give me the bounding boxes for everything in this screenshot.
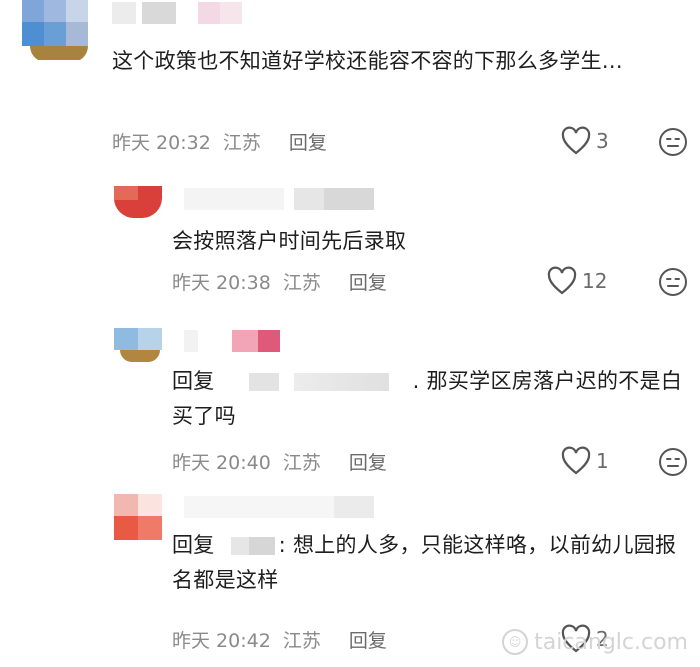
watermark-text: taicanglc.com	[534, 629, 688, 655]
like-count: 1	[596, 449, 609, 473]
mention-blurred[interactable]	[218, 373, 409, 391]
mention-blurred[interactable]	[218, 537, 275, 555]
comment-meta: 昨天 20:40 江苏 回复	[172, 448, 393, 475]
comment-location: 江苏	[282, 630, 321, 652]
comment-time: 昨天 20:32	[112, 132, 211, 154]
watermark: ☺ taicanglc.com	[502, 629, 688, 655]
avatar[interactable]	[114, 328, 162, 362]
watermark-logo-icon: ☺	[502, 629, 529, 655]
comment-meta: 昨天 20:42 江苏 回复	[172, 626, 393, 653]
comment-time: 昨天 20:38	[172, 272, 271, 294]
reply-button[interactable]: 回复	[349, 272, 387, 294]
comment-text: 回复. 那买学区房落户迟的不是白买了吗	[172, 364, 692, 434]
comment-meta: 昨天 20:38 江苏 回复	[172, 268, 393, 295]
comment-item: 这个政策也不知道好学校还能容不容的下那么多学生... 昨天 20:32 江苏 回…	[0, 0, 700, 160]
reply-button[interactable]: 回复	[349, 630, 387, 652]
emoji-face-icon[interactable]	[658, 447, 688, 477]
reply-button[interactable]: 回复	[349, 452, 387, 474]
like-button[interactable]: 12	[546, 266, 607, 296]
comment-location: 江苏	[282, 272, 321, 294]
reply-prefix: 回复	[172, 369, 215, 393]
heart-outline-icon	[561, 446, 591, 475]
username-blurred[interactable]	[184, 330, 280, 352]
avatar[interactable]	[114, 494, 162, 540]
emoji-face-icon[interactable]	[658, 127, 688, 157]
like-button[interactable]: 3	[560, 126, 609, 156]
username-blurred[interactable]	[184, 496, 374, 518]
heart-outline-icon	[561, 126, 591, 155]
emoji-face-icon[interactable]	[658, 267, 688, 297]
avatar[interactable]	[22, 0, 88, 60]
comment-meta: 昨天 20:32 江苏 回复	[112, 128, 333, 155]
comment-text: 回复: 想上的人多，只能这样咯，以前幼儿园报名都是这样	[172, 528, 692, 598]
reply-prefix: 回复	[172, 533, 215, 557]
username-blurred[interactable]	[184, 188, 374, 210]
comment-location: 江苏	[222, 132, 261, 154]
comment-text: 会按照落户时间先后录取	[172, 229, 407, 253]
comment-location: 江苏	[282, 452, 321, 474]
heart-outline-icon	[547, 266, 577, 295]
comment-time: 昨天 20:42	[172, 630, 271, 652]
reply-item: 会按照落户时间先后录取 昨天 20:38 江苏 回复 12	[0, 180, 700, 310]
like-count: 12	[582, 269, 608, 293]
like-button[interactable]: 1	[560, 446, 609, 476]
username-blurred[interactable]	[112, 2, 242, 24]
comment-time: 昨天 20:40	[172, 452, 271, 474]
reply-button[interactable]: 回复	[289, 132, 327, 154]
like-count: 3	[596, 129, 609, 153]
avatar[interactable]	[114, 186, 162, 218]
reply-item: 回复. 那买学区房落户迟的不是白买了吗 昨天 20:40 江苏 回复 1	[0, 320, 700, 485]
comment-text: 这个政策也不知道好学校还能容不容的下那么多学生...	[112, 49, 623, 73]
